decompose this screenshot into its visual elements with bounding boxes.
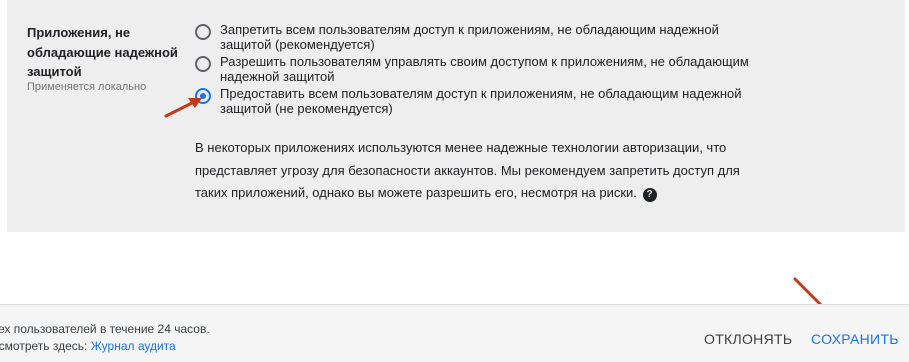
radio-button[interactable] (195, 24, 211, 40)
footer-audit-note: осмотреть здесь: Журнал аудита (0, 339, 176, 353)
setting-scope-note: Применяется локально (27, 81, 147, 93)
radio-option-label[interactable]: Запретить всем пользователям доступ к пр… (220, 22, 765, 52)
footer-bar: сех пользователей в течение 24 часов. ос… (0, 304, 909, 362)
save-button[interactable]: СОХРАНИТЬ (811, 331, 899, 347)
radio-button[interactable] (195, 56, 211, 72)
description-text: В некоторых приложениях используются мен… (195, 137, 770, 205)
cancel-button[interactable]: ОТКЛОНЯТЬ (704, 331, 792, 347)
radio-option-label[interactable]: Предоставить всем пользователям доступ к… (220, 86, 765, 116)
setting-title: Приложения, не обладающие надежной защит… (27, 25, 178, 79)
annotation-arrow-icon (164, 98, 202, 118)
help-circle-icon[interactable]: ? (642, 188, 657, 202)
footer-audit-prefix: осмотреть здесь: (0, 339, 88, 353)
audit-log-link[interactable]: Журнал аудита (91, 339, 176, 353)
description-body: В некоторых приложениях используются мен… (195, 140, 740, 200)
footer-propagation-note: сех пользователей в течение 24 часов. (0, 322, 210, 336)
radio-option-label[interactable]: Разрешить пользователям управлять своим … (220, 54, 765, 84)
